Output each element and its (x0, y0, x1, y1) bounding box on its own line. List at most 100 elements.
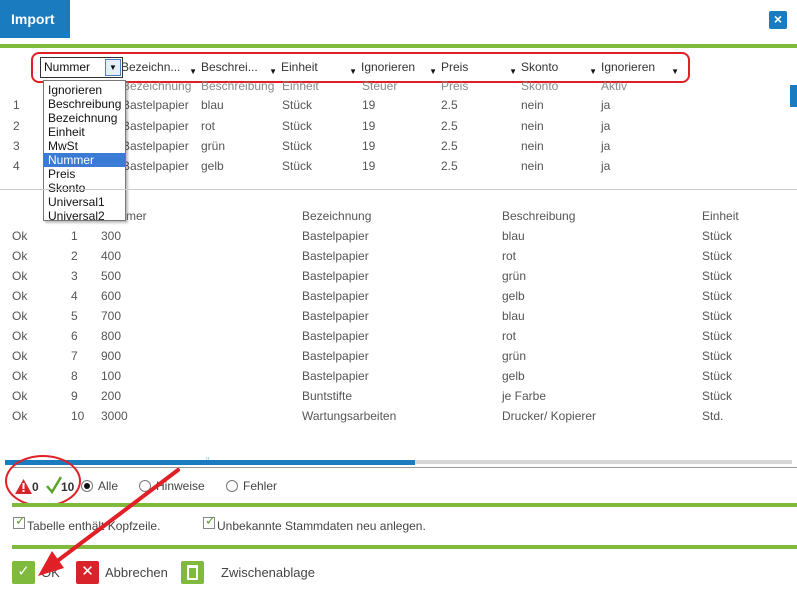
preview-cell: ja (601, 98, 611, 112)
preview-vertical-scrollbar[interactable] (790, 85, 797, 107)
table-cell: 100 (101, 369, 122, 383)
table-cell: 2 (71, 249, 78, 263)
filter-radio-hinweise[interactable] (139, 480, 151, 492)
table-cell: Drucker/ Kopierer (502, 409, 597, 423)
table-header-nummer: mer (126, 209, 147, 223)
cancel-button[interactable]: ✕ Abbrechen (76, 561, 176, 585)
preview-header-einheit: Einheit (282, 79, 319, 93)
filter-label-alle[interactable]: Alle (98, 479, 118, 493)
row-status: Ok (12, 349, 28, 363)
create-master-checkbox[interactable]: ✓ (203, 513, 216, 529)
dropdown-option[interactable]: Preis (44, 167, 125, 181)
preview-cell: 2.5 (441, 119, 458, 133)
dropdown-option-selected[interactable]: Nummer (44, 153, 125, 167)
preview-cell: Bastelpapier (122, 159, 189, 173)
row-status: Ok (12, 269, 28, 283)
preview-cell: 19 (362, 159, 376, 173)
dropdown-option[interactable]: MwSt (44, 139, 125, 153)
table-cell: grün (502, 269, 527, 283)
preview-cell: nein (521, 159, 544, 173)
table-cell: 9 (71, 389, 78, 403)
table-cell: Bastelpapier (302, 289, 369, 303)
preview-cell: 2.5 (441, 139, 458, 153)
window-title: Import (0, 0, 70, 38)
table-cell: grün (502, 349, 527, 363)
table-cell: 5 (71, 309, 78, 323)
preview-cell: Bastelpapier (122, 98, 189, 112)
table-cell: blau (502, 229, 525, 243)
filter-radio-alle[interactable] (81, 480, 93, 492)
table-cell: 300 (101, 229, 122, 243)
row-status: Ok (12, 229, 28, 243)
preview-cell: 2.5 (441, 98, 458, 112)
table-cell: Bastelpapier (302, 249, 369, 263)
close-icon: × (773, 11, 783, 27)
table-cell: 8 (71, 369, 78, 383)
table-cell: Bastelpapier (302, 369, 369, 383)
header-row-checkbox[interactable]: ✓ (13, 513, 26, 529)
preview-row-index: 3 (13, 139, 20, 153)
table-cell: rot (502, 329, 517, 343)
header-row-label[interactable]: Tabelle enthält Kopfzeile. (27, 519, 160, 533)
preview-cell: Bastelpapier (122, 139, 189, 153)
cancel-x-icon: ✕ (76, 561, 99, 584)
preview-row-index: 4 (13, 159, 20, 173)
table-header-einheit: Einheit (702, 209, 739, 223)
table-cell: Stück (702, 389, 733, 403)
table-cell: 200 (101, 389, 122, 403)
clipboard-button[interactable]: Zwischenablage (181, 561, 321, 585)
preview-cell: 19 (362, 139, 376, 153)
top-divider (0, 44, 797, 48)
row-status: Ok (12, 309, 28, 323)
preview-cell: Stück (282, 159, 313, 173)
preview-header-aktiv: Aktiv (601, 79, 628, 93)
table-cell: Wartungsarbeiten (302, 409, 397, 423)
filter-divider (12, 467, 797, 468)
preview-cell: rot (201, 119, 216, 133)
row-status: Ok (12, 329, 28, 343)
preview-cell: 2.5 (441, 159, 458, 173)
table-cell: Bastelpapier (302, 349, 369, 363)
close-button[interactable]: × (769, 11, 787, 29)
column-mapping-dropdown[interactable]: Ignorieren Beschreibung Bezeichnung Einh… (43, 80, 126, 223)
dropdown-option[interactable]: Bezeichnung (44, 111, 125, 125)
table-cell: Stück (702, 269, 733, 283)
dropdown-option[interactable]: Einheit (44, 125, 125, 139)
table-cell: 600 (101, 289, 122, 303)
table-cell: Stück (702, 229, 733, 243)
table-cell: 3000 (101, 409, 128, 423)
preview-cell: blau (201, 98, 224, 112)
table-cell: Stück (702, 249, 733, 263)
filter-label-hinweise[interactable]: Hinweise (156, 479, 205, 493)
row-status: Ok (12, 369, 28, 383)
preview-cell: nein (521, 139, 544, 153)
filter-label-fehler[interactable]: Fehler (243, 479, 277, 493)
table-cell: 10 (71, 409, 85, 423)
table-cell: 700 (101, 309, 122, 323)
row-status: Ok (12, 389, 28, 403)
preview-header-skonto: Skonto (521, 79, 559, 93)
preview-header-beschreibung: Beschreibung (201, 79, 275, 93)
dropdown-option[interactable]: Universal1 (44, 195, 125, 209)
filter-radio-fehler[interactable] (226, 480, 238, 492)
table-cell: 800 (101, 329, 122, 343)
table-header-bezeichnung: Bezeichnung (302, 209, 372, 223)
preview-cell: Stück (282, 139, 313, 153)
ok-button[interactable]: ✓ OK (12, 561, 82, 585)
preview-cell: 19 (362, 98, 376, 112)
table-cell: blau (502, 309, 525, 323)
buttons-divider (12, 545, 797, 549)
dropdown-option[interactable]: Universal2 (44, 209, 125, 223)
checkmark-icon: ✓ (15, 513, 26, 528)
dropdown-option[interactable]: Ignorieren (44, 83, 125, 97)
dropdown-option[interactable]: Skonto (44, 181, 125, 195)
preview-cell: grün (201, 139, 226, 153)
create-master-label[interactable]: Unbekannte Stammdaten neu anlegen. (217, 519, 426, 533)
dropdown-option[interactable]: Beschreibung (44, 97, 125, 111)
table-header-beschreibung: Beschreibung (502, 209, 576, 223)
table-cell: 3 (71, 269, 78, 283)
checkmark-icon: ✓ (205, 513, 216, 528)
preview-cell: Bastelpapier (122, 119, 189, 133)
table-cell: Stück (702, 369, 733, 383)
table-cell: Stück (702, 289, 733, 303)
